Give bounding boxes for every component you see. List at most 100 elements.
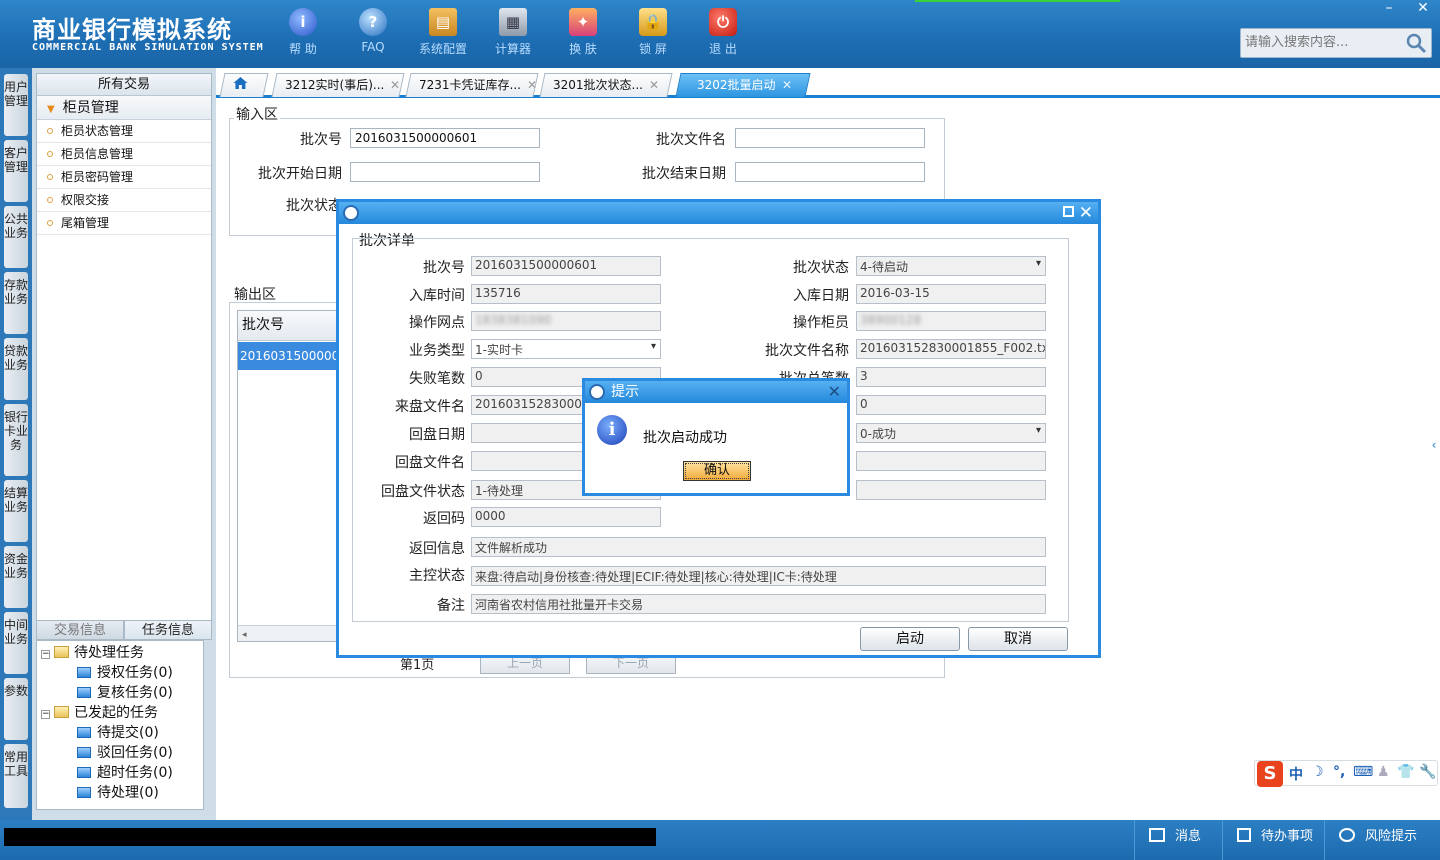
task-icon bbox=[77, 747, 91, 758]
start-date-input[interactable] bbox=[350, 162, 540, 182]
faq-button[interactable]: ? FAQ bbox=[338, 6, 408, 62]
cancel-button[interactable]: 取消 bbox=[968, 627, 1068, 651]
tree-leaf[interactable]: 授权任务(0) bbox=[37, 663, 203, 683]
config-button[interactable]: ▤ 系统配置 bbox=[408, 6, 478, 62]
tree-leaf[interactable]: 超时任务(0) bbox=[37, 763, 203, 783]
menu-item[interactable]: 柜员密码管理 bbox=[37, 166, 211, 189]
alert-message: 批次启动成功 bbox=[643, 430, 727, 446]
moon-icon[interactable]: ☽ bbox=[1311, 764, 1324, 780]
close-icon[interactable]: ✕ bbox=[828, 381, 841, 403]
dialog-titlebar: ✕ bbox=[339, 202, 1098, 224]
sogou-icon[interactable]: S bbox=[1257, 761, 1283, 787]
maximize-icon[interactable] bbox=[1063, 206, 1074, 217]
alert-title: 提示 bbox=[611, 384, 639, 400]
tree-leaf[interactable]: 复核任务(0) bbox=[37, 683, 203, 703]
vtab-public-business[interactable]: 公共业务 bbox=[4, 206, 28, 268]
search-input[interactable] bbox=[1245, 35, 1405, 50]
tree-leaf[interactable]: 待处理(0) bbox=[37, 783, 203, 803]
tab-task-info[interactable]: 任务信息 bbox=[124, 620, 212, 640]
vtab-tools[interactable]: 常用工具 bbox=[4, 744, 28, 808]
vtab-settlement[interactable]: 结算业务 bbox=[4, 480, 28, 542]
tree-node[interactable]: − 待处理任务 bbox=[37, 643, 203, 663]
start-button[interactable]: 启动 bbox=[860, 627, 960, 651]
task-icon bbox=[77, 727, 91, 738]
todo-button[interactable]: 待办事项 bbox=[1222, 820, 1324, 860]
bullet-icon bbox=[47, 151, 53, 157]
vtab-funds[interactable]: 资金业务 bbox=[4, 546, 28, 608]
punctuation-icon[interactable]: °, bbox=[1333, 764, 1345, 780]
field-label: 回盘文件名 bbox=[395, 455, 465, 471]
close-tab-icon[interactable]: ✕ bbox=[782, 74, 792, 96]
menu-item[interactable]: 柜员状态管理 bbox=[37, 120, 211, 143]
menu-title: 所有交易 bbox=[37, 74, 211, 96]
confirm-button[interactable]: 确认 bbox=[683, 461, 751, 481]
batch-no-input[interactable] bbox=[350, 128, 540, 148]
vtab-parameters[interactable]: 参数 bbox=[4, 678, 28, 740]
vtab-customer-mgmt[interactable]: 客户管理 bbox=[4, 140, 28, 202]
tab-home[interactable] bbox=[219, 73, 269, 97]
keyboard-icon[interactable]: ⌨ bbox=[1353, 764, 1373, 780]
vtab-bank-card[interactable]: 银行卡业务 bbox=[4, 404, 28, 476]
app-icon bbox=[343, 205, 359, 221]
business-type-select[interactable]: 1-实时卡 bbox=[471, 339, 661, 359]
tree-node[interactable]: − 已发起的任务 bbox=[37, 703, 203, 723]
menu-item[interactable]: 尾箱管理 bbox=[37, 212, 211, 235]
skin-button[interactable]: ✦ 换 肤 bbox=[548, 6, 618, 62]
scroll-left-icon[interactable]: ◂ bbox=[238, 630, 247, 640]
vtab-deposit[interactable]: 存款业务 bbox=[4, 272, 28, 334]
progress-strip bbox=[915, 0, 1120, 2]
end-date-input[interactable] bbox=[735, 162, 925, 182]
wrench-icon[interactable]: 🔧 bbox=[1419, 764, 1436, 780]
search-icon[interactable] bbox=[1405, 32, 1427, 54]
collapse-icon[interactable]: − bbox=[41, 710, 50, 719]
shirt-icon[interactable]: 👕 bbox=[1397, 764, 1414, 780]
vtab-user-mgmt[interactable]: 用户管理 bbox=[4, 74, 28, 136]
collapse-arrow-icon[interactable]: ‹ bbox=[1428, 420, 1440, 470]
menu-group-teller[interactable]: ▼ 柜员管理 bbox=[37, 96, 211, 120]
batch-status-select[interactable]: 4-待启动 bbox=[856, 256, 1046, 276]
tab-transaction-info[interactable]: 交易信息 bbox=[36, 620, 124, 640]
field-label: 回盘文件状态 bbox=[381, 484, 465, 500]
output-section-title: 输出区 bbox=[234, 287, 276, 303]
table-row[interactable]: 2016031500000601 bbox=[238, 342, 346, 370]
lock-button[interactable]: 🔒 锁 屏 bbox=[618, 6, 688, 62]
app-title: 商业银行模拟系统 bbox=[32, 16, 232, 44]
close-tab-icon[interactable]: ✕ bbox=[649, 74, 659, 96]
horizontal-scrollbar[interactable]: ◂ bbox=[238, 625, 346, 641]
calculator-button[interactable]: ▦ 计算器 bbox=[478, 6, 548, 62]
app-header: 商业银行模拟系统 COMMERCIAL BANK SIMULATION SYST… bbox=[0, 0, 1440, 68]
menu-item[interactable]: 权限交接 bbox=[37, 189, 211, 212]
tab-3212[interactable]: 3212实时(事后)... ✕ bbox=[271, 73, 405, 97]
field-label: 入库日期 bbox=[793, 288, 849, 304]
batch-file-input[interactable] bbox=[735, 128, 925, 148]
close-icon[interactable]: ✕ bbox=[1079, 202, 1093, 224]
messages-button[interactable]: 消息 bbox=[1134, 820, 1222, 860]
tab-3201[interactable]: 3201批次状态... ✕ bbox=[539, 73, 673, 97]
folder-icon bbox=[54, 646, 69, 658]
tree-leaf[interactable]: 待提交(0) bbox=[37, 723, 203, 743]
main-status-label: 主控状态 bbox=[409, 568, 465, 584]
result-select[interactable]: 0-成功 bbox=[856, 423, 1046, 443]
help-button[interactable]: i帮 助 bbox=[268, 6, 338, 62]
tab-7231[interactable]: 7231卡凭证库存... ✕ bbox=[405, 73, 539, 97]
vtab-loan[interactable]: 贷款业务 bbox=[4, 338, 28, 400]
close-tab-icon[interactable]: ✕ bbox=[390, 74, 400, 96]
tree-leaf[interactable]: 驳回任务(0) bbox=[37, 743, 203, 763]
minimize-button[interactable]: – bbox=[1372, 0, 1406, 18]
help-icon: i bbox=[289, 8, 317, 36]
collapse-icon[interactable]: − bbox=[41, 650, 50, 659]
field-label: 返回码 bbox=[423, 511, 465, 527]
close-tab-icon[interactable]: ✕ bbox=[527, 74, 537, 96]
risk-button[interactable]: 风险提示 bbox=[1324, 820, 1440, 860]
tab-3202[interactable]: 3202批量启动 ✕ bbox=[675, 73, 811, 97]
lock-icon: 🔒 bbox=[639, 8, 667, 36]
menu-item[interactable]: 柜员信息管理 bbox=[37, 143, 211, 166]
return-code-field: 0000 bbox=[471, 507, 661, 527]
task-icon bbox=[77, 787, 91, 798]
user-icon[interactable]: ♟ bbox=[1377, 764, 1390, 780]
window-close-button[interactable]: ✕ bbox=[1406, 0, 1440, 18]
calculator-icon: ▦ bbox=[499, 8, 527, 36]
vtab-intermediary[interactable]: 中间业务 bbox=[4, 612, 28, 674]
exit-button[interactable]: ⏻ 退 出 bbox=[688, 6, 758, 62]
ime-mode-label[interactable]: 中 bbox=[1289, 764, 1303, 784]
